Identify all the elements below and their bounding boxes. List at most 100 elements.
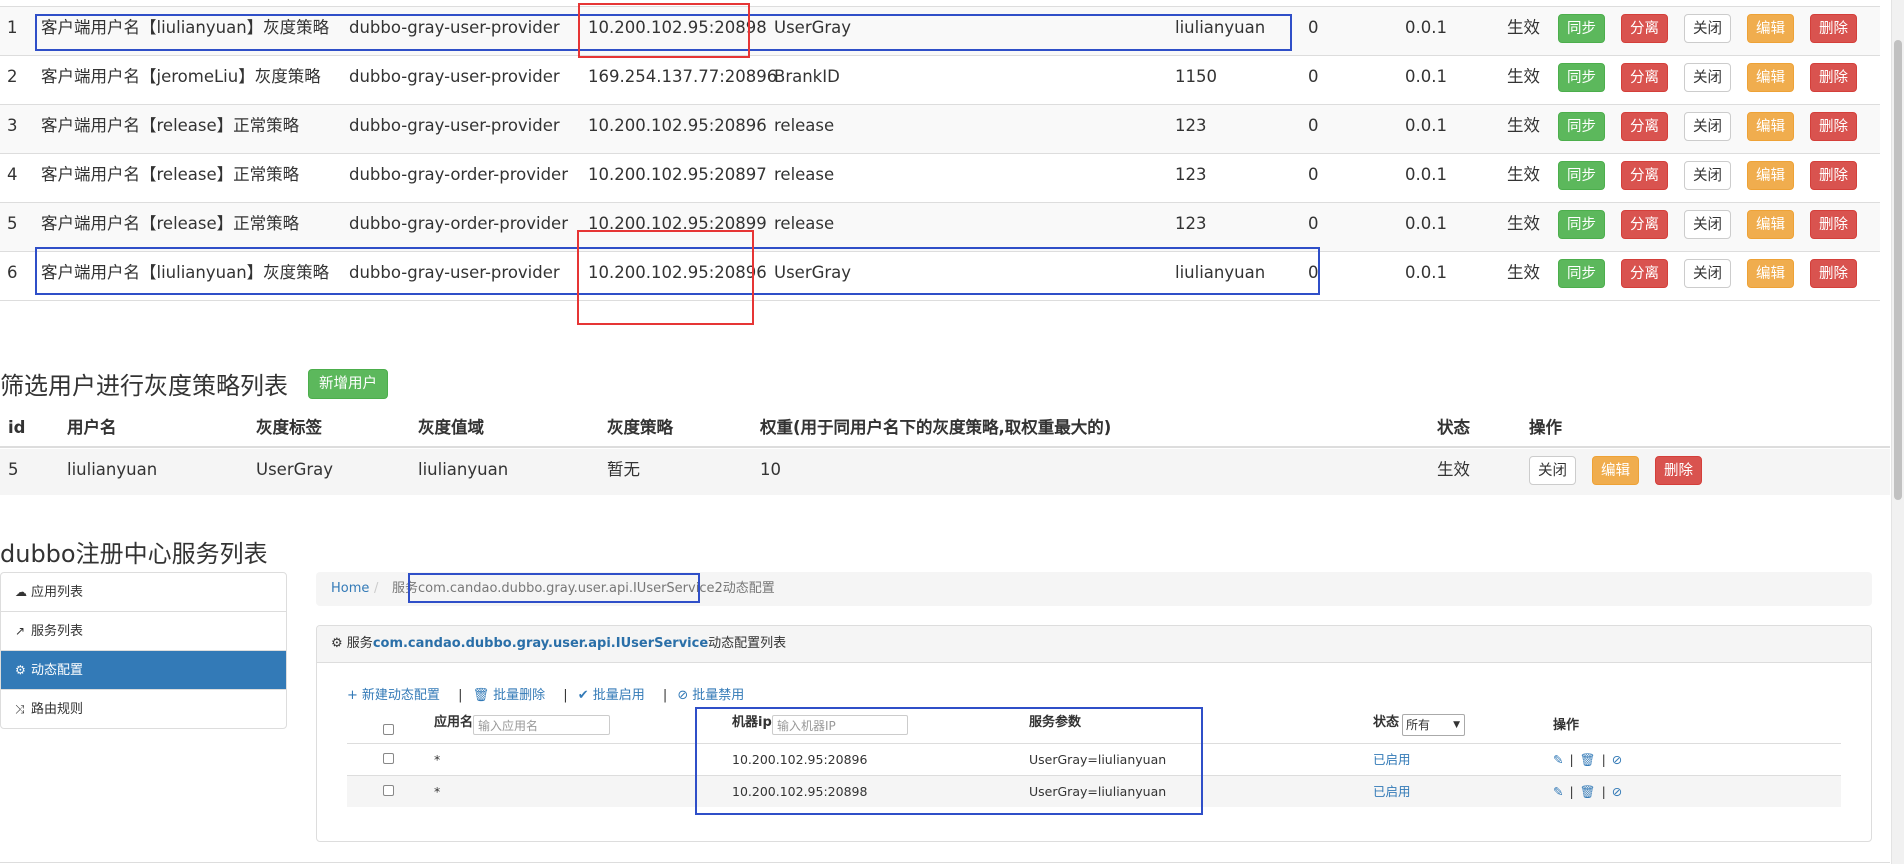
row-status-link[interactable]: 已启用 <box>1373 776 1411 807</box>
row-gray-value: 123 <box>1175 165 1207 184</box>
batch-delete-label: 批量删除 <box>493 688 546 703</box>
batch-enable-link[interactable]: ✔ 批量启用 <box>578 688 649 703</box>
split-button[interactable]: 分离 <box>1621 210 1668 239</box>
row-id: 5 <box>8 460 19 479</box>
panel-heading: ⚙ 服务com.candao.dubbo.gray.user.api.IUser… <box>317 626 1871 663</box>
row-gray-tag: release <box>774 165 835 184</box>
close-button[interactable]: 关闭 <box>1684 259 1731 288</box>
app-name-filter-input[interactable]: 输入应用名 <box>473 715 610 735</box>
row-service: dubbo-gray-user-provider <box>349 18 560 37</box>
machine-ip-filter-input[interactable]: 输入机器IP <box>772 715 908 735</box>
add-config-link[interactable]: + 新建动态配置 <box>347 688 444 703</box>
batch-delete-link[interactable]: 🗑 批量删除 <box>473 688 550 703</box>
row-version: 0.0.1 <box>1405 263 1447 282</box>
row-count: 0 <box>1308 214 1319 233</box>
split-button[interactable]: 分离 <box>1621 63 1668 92</box>
close-button[interactable]: 关闭 <box>1684 14 1731 43</box>
batch-disable-link[interactable]: ⊘ 批量禁用 <box>677 688 748 703</box>
config-row: * 10.200.102.95:20898 UserGray=liulianyuan… <box>347 775 1841 807</box>
row-gray-value: liulianyuan <box>1175 18 1266 37</box>
sync-button[interactable]: 同步 <box>1558 210 1605 239</box>
check-icon: ✔ <box>577 688 589 703</box>
sync-button[interactable]: 同步 <box>1558 63 1605 92</box>
split-button[interactable]: 分离 <box>1621 112 1668 141</box>
strategy-row: 5 客户端用户名【release】正常策略 dubbo-gray-order-pro… <box>0 203 1880 252</box>
row-ip: 10.200.102.95:20898 <box>588 18 767 37</box>
sidebar-item-0[interactable]: ☁ 应用列表 <box>1 573 286 612</box>
scrollbar-thumb[interactable] <box>1894 40 1902 500</box>
strategy-table: 1 客户端用户名【liulianyuan】灰度策略 dubbo-gray-user-… <box>0 6 1880 301</box>
close-button[interactable]: 关闭 <box>1684 112 1731 141</box>
close-button[interactable]: 关闭 <box>1684 161 1731 190</box>
sync-button[interactable]: 同步 <box>1558 14 1605 43</box>
row-count: 0 <box>1308 67 1319 86</box>
trash-icon[interactable]: 🗑 <box>1580 752 1596 767</box>
row-ip: 10.200.102.95:20897 <box>588 165 767 184</box>
col-machine-ip: 机器ip <box>732 715 772 730</box>
sidebar-item-1[interactable]: ↗ 服务列表 <box>1 612 286 651</box>
row-gray-value: 1150 <box>1175 67 1217 86</box>
row-service: dubbo-gray-user-provider <box>349 263 560 282</box>
filter-section-title: 筛选用户进行灰度策略列表 <box>0 372 288 400</box>
col-id: id <box>8 418 26 437</box>
ban-icon: ⊘ <box>677 688 689 703</box>
close-button[interactable]: 关闭 <box>1684 63 1731 92</box>
sync-button[interactable]: 同步 <box>1558 112 1605 141</box>
sync-button[interactable]: 同步 <box>1558 161 1605 190</box>
sidebar-item-2[interactable]: ⚙ 动态配置 <box>1 651 286 690</box>
strategy-row: 2 客户端用户名【jeromeLiu】灰度策略 dubbo-gray-user-pr… <box>0 56 1880 105</box>
delete-button[interactable]: 删除 <box>1810 161 1857 190</box>
trash-icon[interactable]: 🗑 <box>1580 784 1596 799</box>
edit-button[interactable]: 编辑 <box>1747 210 1794 239</box>
row-service-params: UserGray=liulianyuan <box>1029 752 1167 767</box>
delete-button[interactable]: 删除 <box>1810 112 1857 141</box>
edit-button[interactable]: 编辑 <box>1747 112 1794 141</box>
ban-icon[interactable]: ⊘ <box>1612 752 1622 767</box>
split-button[interactable]: 分离 <box>1621 259 1668 288</box>
row-index: 6 <box>7 263 18 282</box>
delete-button[interactable]: 删除 <box>1810 210 1857 239</box>
row-service: dubbo-gray-user-provider <box>349 116 560 135</box>
split-button[interactable]: 分离 <box>1621 161 1668 190</box>
select-all-checkbox[interactable] <box>383 724 394 735</box>
row-version: 0.0.1 <box>1405 67 1447 86</box>
edit-button[interactable]: 编辑 <box>1747 14 1794 43</box>
row-checkbox[interactable] <box>383 785 394 796</box>
filter-close-button[interactable]: 关闭 <box>1529 456 1576 485</box>
delete-button[interactable]: 删除 <box>1810 63 1857 92</box>
vertical-scrollbar[interactable] <box>1891 0 1904 864</box>
edit-button[interactable]: 编辑 <box>1747 161 1794 190</box>
edit-button[interactable]: 编辑 <box>1747 259 1794 288</box>
plus-icon: + <box>347 688 358 703</box>
filter-delete-button[interactable]: 删除 <box>1655 456 1702 485</box>
filter-edit-button[interactable]: 编辑 <box>1592 456 1639 485</box>
sync-button[interactable]: 同步 <box>1558 259 1605 288</box>
breadcrumb-home-link[interactable]: Home <box>331 572 369 606</box>
row-strategy-name: 客户端用户名【release】正常策略 <box>41 214 300 233</box>
delete-button[interactable]: 删除 <box>1810 14 1857 43</box>
col-username: 用户名 <box>67 418 117 437</box>
row-service-params: UserGray=liulianyuan <box>1029 784 1167 799</box>
row-gray-value: liulianyuan <box>1175 263 1266 282</box>
row-checkbox[interactable] <box>383 753 394 764</box>
sidebar-item-3[interactable]: ⤨ 路由规则 <box>1 690 286 728</box>
ban-icon[interactable]: ⊘ <box>1612 784 1622 799</box>
add-user-button[interactable]: 新增用户 <box>308 369 388 399</box>
close-button[interactable]: 关闭 <box>1684 210 1731 239</box>
registry-sidebar: ☁ 应用列表 ↗ 服务列表 ⚙ 动态配置 ⤨ 路由规则 <box>0 572 287 729</box>
delete-button[interactable]: 删除 <box>1810 259 1857 288</box>
row-gray-tag: UserGray <box>256 460 334 479</box>
row-strategy-name: 客户端用户名【liulianyuan】灰度策略 <box>41 18 330 37</box>
sidebar-item-label: 路由规则 <box>31 702 84 717</box>
batch-enable-label: 批量启用 <box>592 688 645 703</box>
toolbar-separator: | <box>458 688 463 703</box>
split-button[interactable]: 分离 <box>1621 14 1668 43</box>
row-status: 生效 <box>1437 460 1470 479</box>
row-status-link[interactable]: 已启用 <box>1373 744 1411 775</box>
status-filter-select[interactable]: 所有 ▼ <box>1402 714 1465 736</box>
header-divider <box>0 446 1890 448</box>
edit-button[interactable]: 编辑 <box>1747 63 1794 92</box>
edit-icon[interactable]: ✎ <box>1553 784 1563 799</box>
row-app-name: * <box>434 752 441 767</box>
edit-icon[interactable]: ✎ <box>1553 752 1563 767</box>
